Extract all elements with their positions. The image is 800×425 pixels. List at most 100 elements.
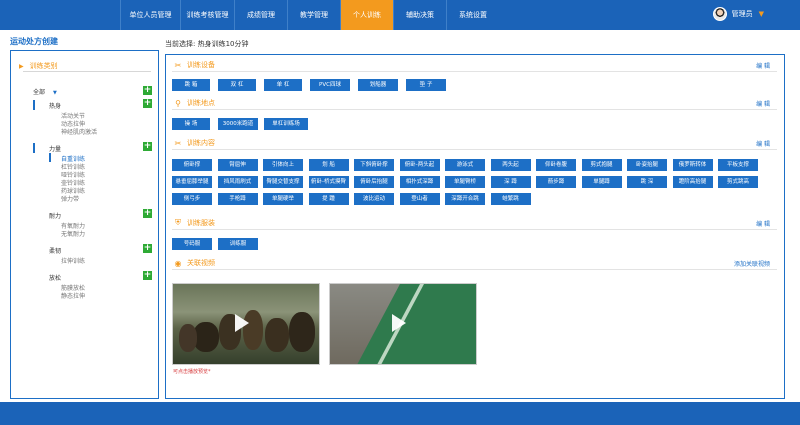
add-item-button[interactable]: +	[143, 209, 152, 218]
page-title: 运动处方创建	[10, 37, 58, 46]
content-item-button[interactable]: 悬垂屈膝举腿	[172, 176, 212, 188]
content-item-button[interactable]: 俯卧撑	[172, 159, 212, 171]
video-thumbnail-2[interactable]	[329, 283, 477, 365]
nav-item-4[interactable]: 个人训练	[340, 0, 393, 30]
content-item-button[interactable]: 深蹲开合跳	[445, 193, 485, 205]
clothing-edit-button[interactable]: 编 辑	[756, 219, 770, 228]
tree-item[interactable]: 静态拉伸	[61, 291, 85, 300]
add-category-button[interactable]: +	[143, 86, 152, 95]
content-item-button[interactable]: 跳 深	[627, 176, 667, 188]
clothing-item-button[interactable]: 训练服	[218, 238, 258, 250]
content-item-button[interactable]: 剪式跳高	[718, 176, 758, 188]
content-item-button[interactable]: 登山者	[399, 193, 440, 205]
tree-item[interactable]: 无氧耐力	[61, 229, 85, 238]
section-divider	[172, 269, 777, 270]
content-item-button[interactable]: 下斜俯卧撑	[354, 159, 394, 171]
user-menu[interactable]: 管理员 ▼	[712, 7, 764, 21]
equipment-edit-button[interactable]: 编 辑	[756, 61, 770, 70]
video-edit-button[interactable]: 添加关联视频	[734, 259, 770, 268]
content-item-button[interactable]: 卧姿抬腿	[627, 159, 667, 171]
add-item-button[interactable]: +	[143, 271, 152, 280]
play-icon[interactable]	[235, 314, 249, 332]
content-item-button[interactable]: 两头起	[490, 159, 531, 171]
content-item-button[interactable]: 手枪蹲	[217, 193, 258, 205]
content-item-button[interactable]: 仰卧卷腹	[536, 159, 576, 171]
content-item-button[interactable]: 提 踵	[308, 193, 349, 205]
equipment-item-button[interactable]: 双 杠	[218, 79, 256, 91]
content-item-button[interactable]: 挡风雨刷式	[217, 176, 258, 188]
content-item-button[interactable]: 单腿蹲	[581, 176, 622, 188]
content-item-button[interactable]: 俯卧-两头起	[399, 159, 440, 171]
content-edit-button[interactable]: 编 辑	[756, 139, 770, 148]
content-item-button[interactable]: 臂屈伸	[217, 159, 258, 171]
equipment-item-button[interactable]: 划船器	[358, 79, 398, 91]
video-figure-shape	[265, 318, 289, 352]
content-item-button[interactable]: 蹬阶高抬腿	[672, 176, 713, 188]
tree-item[interactable]: 弹力带	[61, 194, 79, 203]
section-title-content: ✂ 训练内容	[173, 138, 215, 148]
content-item-button[interactable]: 波比运动	[354, 193, 394, 205]
video-figure-shape	[179, 324, 197, 352]
play-icon[interactable]	[392, 314, 406, 332]
content-item-button[interactable]: 游泳式	[445, 159, 485, 171]
content-item-button[interactable]: 相扑式深蹲	[399, 176, 440, 188]
tree-group-4[interactable]: 放松	[49, 273, 61, 282]
content-item-button[interactable]: 深 蹲	[490, 176, 531, 188]
content-item-button[interactable]: 剪式抱腿	[581, 159, 622, 171]
chevron-down-icon[interactable]: ▼	[759, 10, 764, 18]
location-item-button[interactable]: 单杠训练场	[264, 118, 308, 130]
tree-group-1[interactable]: 力量	[49, 144, 61, 153]
section-title-video: ◉ 关联视频	[173, 258, 216, 268]
chevron-down-icon[interactable]: ▼	[53, 90, 57, 96]
tree-item-all[interactable]: 全部 ▼	[33, 87, 57, 96]
top-navigation-bar: 单位人员管理 训练考核管理 成绩管理 教学管理 个人训练 辅助决策 系统设置 管理员 ▼	[0, 0, 800, 30]
content-item-button[interactable]: 箭步蹲	[536, 176, 576, 188]
nav-item-6[interactable]: 系统设置	[446, 0, 499, 30]
section-divider	[172, 109, 777, 110]
content-item-button[interactable]: 俯卧后抬腿	[354, 176, 394, 188]
equipment-item-button[interactable]: PVC四球	[310, 79, 350, 91]
location-item-button[interactable]: 操 场	[172, 118, 210, 130]
content-item-button[interactable]: 俄罗斯转体	[672, 159, 713, 171]
current-selection-value: 热身训练10分钟	[197, 40, 249, 48]
play-circle-icon: ◉	[174, 258, 182, 268]
tree-item[interactable]: 拉伸训练	[61, 256, 85, 265]
content-item-button[interactable]: 蛙繁跳	[490, 193, 531, 205]
content-item-button[interactable]: 引体向上	[263, 159, 303, 171]
tree-group-2[interactable]: 耐力	[49, 211, 61, 220]
content-item-button[interactable]: 侧弓步	[172, 193, 212, 205]
content-item-button[interactable]: 单腿硬举	[263, 193, 303, 205]
section-divider	[172, 71, 777, 72]
avatar	[712, 7, 727, 21]
video-figure-shape	[289, 312, 315, 352]
location-pin-icon: ⚲	[175, 98, 181, 108]
section-title-clothing: ⛨ 训练服装	[173, 218, 215, 228]
content-item-button[interactable]: 俯卧-桥式摸臀	[308, 176, 349, 188]
tree-group-3[interactable]: 柔韧	[49, 246, 61, 255]
equipment-item-button[interactable]: 垫 子	[406, 79, 446, 91]
nav-item-1[interactable]: 训练考核管理	[180, 0, 234, 30]
content-item-button[interactable]: 臀腿交替支撑	[263, 176, 303, 188]
content-item-button[interactable]: 单腿臀桥	[445, 176, 485, 188]
nav-item-0[interactable]: 单位人员管理	[120, 0, 180, 30]
location-item-button[interactable]: 3000米跑道	[218, 118, 258, 130]
equipment-item-button[interactable]: 单 杠	[264, 79, 302, 91]
section-title-label: 训练服装	[187, 219, 215, 227]
nav-item-5[interactable]: 辅助决策	[393, 0, 446, 30]
video-thumbnail-1[interactable]	[172, 283, 320, 365]
add-item-button[interactable]: +	[143, 142, 152, 151]
tree-group-0[interactable]: 热身	[49, 101, 61, 110]
content-item-button[interactable]: 平板支撑	[718, 159, 758, 171]
add-item-button[interactable]: +	[143, 99, 152, 108]
add-item-button[interactable]: +	[143, 244, 152, 253]
equipment-item-button[interactable]: 跳 箱	[172, 79, 210, 91]
nav-item-3[interactable]: 教学管理	[287, 0, 340, 30]
shirt-icon: ⛨	[175, 218, 181, 227]
nav-item-2[interactable]: 成绩管理	[234, 0, 287, 30]
clothing-item-button[interactable]: 号码服	[172, 238, 212, 250]
category-tree: 全部 ▼ + 热身 + 活动关节 动态拉伸 神经肌肉激活 力量 + 自重训练 杠铃训练 哑铃训练 壶铃训练…	[11, 51, 160, 400]
section-title-label: 关联视频	[187, 259, 215, 267]
content-item-button[interactable]: 划 船	[308, 159, 349, 171]
tree-item[interactable]: 神经肌肉激活	[61, 127, 97, 136]
location-edit-button[interactable]: 编 辑	[756, 99, 770, 108]
